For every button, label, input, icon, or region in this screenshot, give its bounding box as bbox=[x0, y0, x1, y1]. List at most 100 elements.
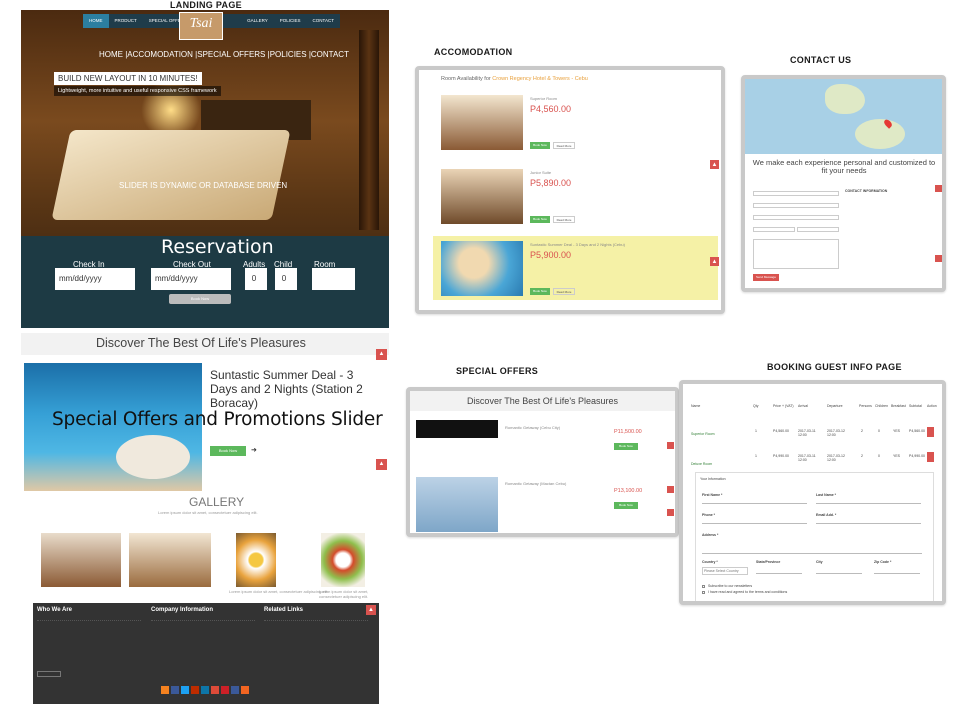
email-label: Email Add. * bbox=[816, 513, 837, 517]
address-label: Address * bbox=[702, 533, 719, 537]
phone-field[interactable] bbox=[702, 523, 807, 524]
row2-breakfast: YES bbox=[893, 454, 901, 458]
gallery-title: GALLERY bbox=[189, 495, 245, 509]
hat-shape bbox=[116, 435, 190, 479]
gallery-image-2[interactable] bbox=[129, 533, 211, 587]
last-name-field[interactable] bbox=[816, 503, 921, 504]
row1-remove-icon[interactable] bbox=[927, 427, 934, 437]
map[interactable] bbox=[745, 79, 942, 154]
room-image-1[interactable] bbox=[441, 95, 523, 150]
feed-icon[interactable] bbox=[241, 686, 249, 694]
terms-checkbox[interactable] bbox=[702, 591, 705, 594]
newsletter-checkbox[interactable] bbox=[702, 585, 705, 588]
adults-input[interactable]: 0 bbox=[245, 268, 267, 290]
contact-field-city[interactable] bbox=[753, 227, 795, 232]
footer-read-more-button[interactable] bbox=[37, 671, 61, 677]
checkin-input[interactable]: mm/dd/yyyy bbox=[55, 268, 135, 290]
row1-name[interactable]: Superior Room bbox=[691, 432, 715, 436]
room-book-button-1[interactable]: Book Now bbox=[530, 142, 550, 149]
offer-book-button-1[interactable]: Book Now bbox=[614, 443, 638, 450]
room-more-button-3[interactable]: Read More bbox=[553, 288, 575, 295]
state-field[interactable] bbox=[756, 573, 802, 574]
room-next-icon-3[interactable]: ▲ bbox=[710, 257, 719, 266]
contact-next-icon-1[interactable] bbox=[935, 185, 942, 192]
send-message-button[interactable]: Send Message bbox=[753, 274, 779, 281]
room-name-3: Suntastic Summer Deal - 3 Days and 2 Nig… bbox=[530, 242, 625, 247]
col-arrival: Arrival bbox=[798, 404, 808, 408]
first-name-field[interactable] bbox=[702, 503, 807, 504]
room-name-1: Superior Room bbox=[530, 96, 557, 101]
checkout-input[interactable]: mm/dd/yyyy bbox=[151, 268, 231, 290]
gallery-image-4[interactable] bbox=[321, 533, 365, 587]
deal-book-now-button[interactable]: Book Now bbox=[210, 446, 246, 456]
accomodation-page: Room Availability for Crown Regency Hote… bbox=[415, 66, 725, 314]
zip-label: Zip Code * bbox=[874, 560, 892, 564]
hero-menu-line: HOME |ACCOMODATION |SPECIAL OFFERS |POLI… bbox=[99, 50, 349, 59]
social-icons bbox=[161, 686, 249, 694]
linkedin-icon[interactable] bbox=[201, 686, 209, 694]
offer-next-icon-2[interactable] bbox=[667, 486, 674, 493]
caption-accomodation: ACCOMODATION bbox=[434, 47, 513, 57]
address-field[interactable] bbox=[702, 553, 922, 554]
last-name-label: Last Name * bbox=[816, 493, 837, 497]
row2-remove-icon[interactable] bbox=[927, 452, 934, 462]
offer-next-icon-3[interactable] bbox=[667, 509, 674, 516]
row1-children: 0 bbox=[878, 429, 880, 433]
logo[interactable]: Tsai bbox=[179, 12, 223, 40]
room-select[interactable] bbox=[312, 268, 355, 290]
nav-product[interactable]: PRODUCT bbox=[109, 14, 143, 28]
arrow-right-icon[interactable]: ➜ bbox=[251, 446, 257, 454]
col-price: Price + (VAT) bbox=[773, 404, 794, 408]
offer-next-icon-1[interactable] bbox=[667, 442, 674, 449]
googleplus-icon[interactable] bbox=[211, 686, 219, 694]
nav-gallery[interactable]: GALLERY bbox=[241, 14, 274, 28]
room-more-button-1[interactable]: Read More bbox=[553, 142, 575, 149]
child-input[interactable]: 0 bbox=[275, 268, 297, 290]
room-more-button-2[interactable]: Read More bbox=[553, 216, 575, 223]
country-select[interactable]: Please Select Country bbox=[702, 567, 748, 575]
room-image-2[interactable] bbox=[441, 169, 523, 224]
contact-field-state[interactable] bbox=[797, 227, 839, 232]
slider-next-icon[interactable]: ▲ bbox=[376, 459, 387, 470]
room-book-button-2[interactable]: Book Now bbox=[530, 216, 550, 223]
contact-field-email[interactable] bbox=[753, 203, 839, 208]
footer-toggle-icon[interactable]: ▲ bbox=[366, 605, 376, 615]
nav-home[interactable]: HOME bbox=[83, 14, 109, 28]
room-book-button-3[interactable]: Book Now bbox=[530, 288, 550, 295]
row2-subtotal: P4,990.00 bbox=[909, 454, 925, 458]
row2-name[interactable]: Deluxe Room bbox=[691, 462, 712, 466]
offer-book-button-2[interactable]: Book Now bbox=[614, 502, 638, 509]
map-land-luzon bbox=[825, 84, 865, 114]
col-children: Children bbox=[875, 404, 889, 408]
collapse-icon[interactable]: ▲ bbox=[376, 349, 387, 360]
city-field[interactable] bbox=[816, 573, 862, 574]
row2-persons: 2 bbox=[861, 454, 863, 458]
zip-field[interactable] bbox=[874, 573, 920, 574]
contact-field-message[interactable] bbox=[753, 239, 839, 269]
contact-next-icon-2[interactable] bbox=[935, 255, 942, 262]
footer-contact-block bbox=[151, 620, 255, 666]
offer-image-1[interactable] bbox=[416, 420, 498, 438]
nav-contact[interactable]: CONTACT bbox=[307, 14, 340, 28]
facebook-icon[interactable] bbox=[171, 686, 179, 694]
availability-hotel[interactable]: Crown Regency Hotel & Towers - Cebu bbox=[492, 76, 588, 82]
gallery-image-1[interactable] bbox=[41, 533, 121, 587]
contact-field-name[interactable] bbox=[753, 191, 839, 196]
contact-field-phone[interactable] bbox=[753, 215, 839, 220]
email-field[interactable] bbox=[816, 523, 921, 524]
pinterest-icon[interactable] bbox=[221, 686, 229, 694]
room-image-3[interactable] bbox=[441, 241, 523, 296]
book-now-button[interactable]: Book Now bbox=[169, 294, 231, 304]
caption-booking: BOOKING GUEST INFO PAGE bbox=[767, 362, 902, 372]
gallery-image-3[interactable] bbox=[236, 533, 276, 587]
caption-special-offers: SPECIAL OFFERS bbox=[456, 366, 539, 376]
rss-icon[interactable] bbox=[161, 686, 169, 694]
offer-image-2[interactable] bbox=[416, 477, 498, 532]
tumblr-icon[interactable] bbox=[231, 686, 239, 694]
github-icon[interactable] bbox=[191, 686, 199, 694]
nav-policies[interactable]: POLICIES bbox=[274, 14, 307, 28]
twitter-icon[interactable] bbox=[181, 686, 189, 694]
state-label: State/Province bbox=[756, 560, 781, 564]
col-qty: Qty bbox=[753, 404, 759, 408]
room-availability-heading: Room Availability for Crown Regency Hote… bbox=[441, 76, 588, 82]
